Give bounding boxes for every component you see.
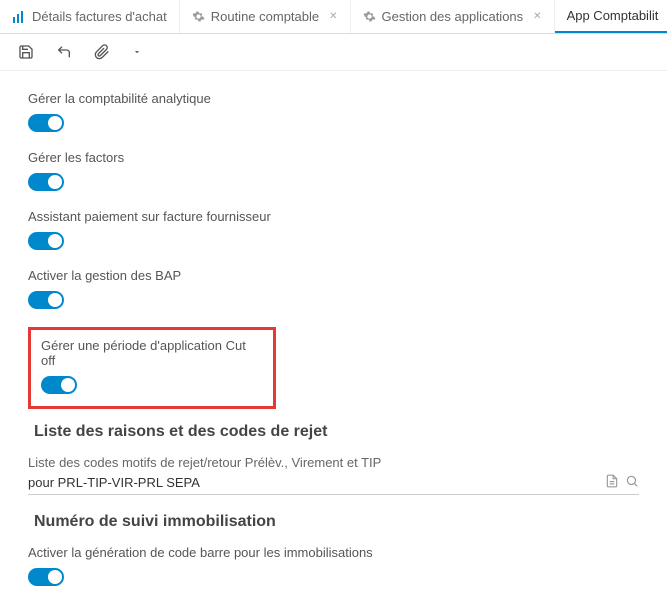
toggle-knob — [48, 175, 62, 189]
setting-label: Activer la gestion des BAP — [28, 268, 639, 283]
rejection-codes-value[interactable]: pour PRL-TIP-VIR-PRL SEPA — [28, 475, 605, 490]
gear-icon — [363, 10, 376, 23]
bar-chart-icon — [12, 10, 26, 24]
field-rejection-codes: Liste des codes motifs de rejet/retour P… — [28, 455, 639, 495]
setting-barcode: Activer la génération de code barre pour… — [28, 545, 639, 586]
toolbar — [0, 34, 667, 71]
close-icon[interactable]: ✕ — [533, 11, 541, 22]
toggle-barcode[interactable] — [28, 568, 64, 586]
setting-bap: Activer la gestion des BAP — [28, 268, 639, 309]
save-icon[interactable] — [18, 44, 34, 60]
toggle-cutoff[interactable] — [41, 376, 77, 394]
toggle-knob — [48, 293, 62, 307]
settings-panel: Gérer la comptabilité analytique Gérer l… — [0, 71, 667, 614]
setting-label: Assistant paiement sur facture fournisse… — [28, 209, 639, 224]
tab-routine-comptable[interactable]: Routine comptable ✕ — [180, 0, 351, 33]
undo-icon[interactable] — [56, 44, 72, 60]
setting-label: Activer la génération de code barre pour… — [28, 545, 639, 560]
setting-label: Gérer une période d'application Cut off — [41, 338, 263, 368]
tab-bar: Détails factures d'achat Routine comptab… — [0, 0, 667, 34]
field-input-row: pour PRL-TIP-VIR-PRL SEPA — [28, 474, 639, 495]
highlight-cutoff: Gérer une période d'application Cut off — [28, 327, 276, 409]
setting-label: Gérer les factors — [28, 150, 639, 165]
toggle-knob — [48, 570, 62, 584]
toggle-knob — [48, 234, 62, 248]
chevron-down-icon[interactable] — [132, 47, 142, 57]
section-title-immobilisation: Numéro de suivi immobilisation — [34, 513, 639, 531]
tab-label: Gestion des applications — [382, 9, 524, 24]
tab-app-comptabilite[interactable]: App Comptabilit — [555, 0, 667, 33]
toggle-analytic[interactable] — [28, 114, 64, 132]
setting-assistant-paiement: Assistant paiement sur facture fournisse… — [28, 209, 639, 250]
toggle-knob — [48, 116, 62, 130]
tab-details-factures[interactable]: Détails factures d'achat — [0, 0, 180, 33]
setting-label: Gérer la comptabilité analytique — [28, 91, 639, 106]
setting-cutoff: Gérer une période d'application Cut off — [41, 338, 263, 394]
toggle-bap[interactable] — [28, 291, 64, 309]
close-icon[interactable]: ✕ — [329, 11, 337, 22]
attachment-icon[interactable] — [94, 44, 110, 60]
setting-analytic: Gérer la comptabilité analytique — [28, 91, 639, 132]
toggle-assistant-paiement[interactable] — [28, 232, 64, 250]
tab-gestion-applications[interactable]: Gestion des applications ✕ — [351, 0, 555, 33]
document-icon[interactable] — [605, 474, 619, 491]
field-icons — [605, 474, 639, 491]
toggle-factors[interactable] — [28, 173, 64, 191]
toggle-knob — [61, 378, 75, 392]
tab-label: Routine comptable — [211, 9, 319, 24]
gear-icon — [192, 10, 205, 23]
section-title-rejection: Liste des raisons et des codes de rejet — [34, 423, 639, 441]
setting-factors: Gérer les factors — [28, 150, 639, 191]
tab-label: Détails factures d'achat — [32, 9, 167, 24]
tab-label: App Comptabilit — [567, 8, 659, 23]
field-label: Liste des codes motifs de rejet/retour P… — [28, 455, 639, 470]
search-icon[interactable] — [625, 474, 639, 491]
